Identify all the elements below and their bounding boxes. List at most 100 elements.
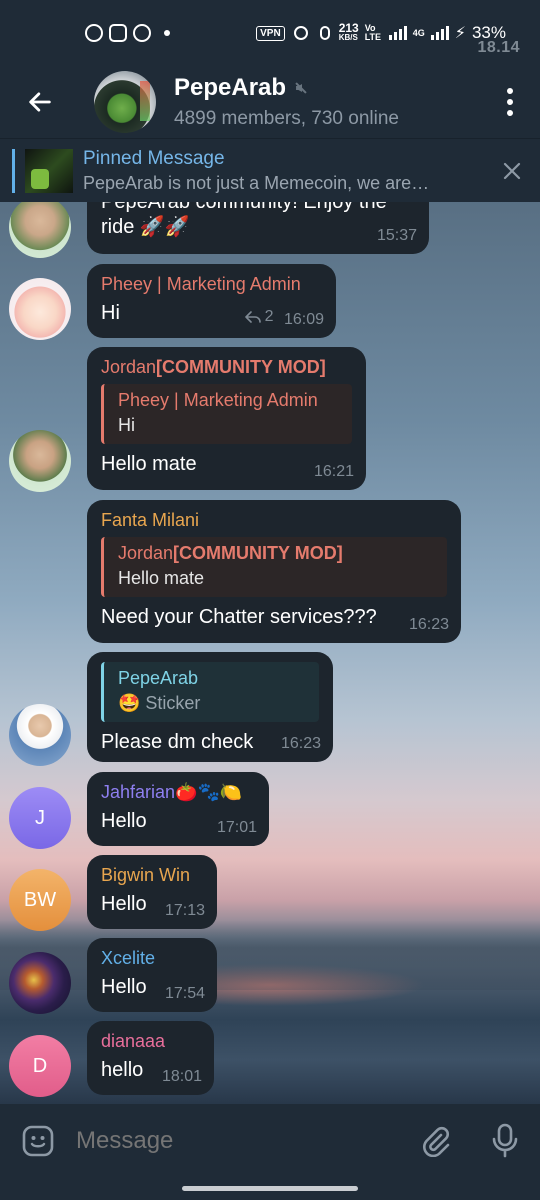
signal-icon [388, 26, 407, 40]
reply-quote[interactable]: PepeArab 🤩 Sticker [101, 662, 319, 722]
chat-header: PepeArab 4899 members, 730 online [0, 66, 540, 138]
message-time: 16:09 [283, 311, 324, 328]
reply-text: Hi [118, 415, 135, 435]
message-sender: dianaaa [101, 1031, 166, 1051]
pinned-body: PepeArab is not just a Memecoin, we are… [83, 172, 430, 193]
message-list[interactable]: PepeArab community! Enjoy the ride 🚀🚀 15… [0, 202, 540, 1104]
pinned-thumbnail [25, 148, 73, 193]
reply-sender: Jordan[COMMUNITY MOD] [118, 543, 437, 564]
avatar-pheey[interactable] [9, 278, 71, 340]
avatar-jordan[interactable] [9, 202, 71, 258]
reply-text: Hello mate [118, 568, 205, 588]
pinned-indicator [12, 148, 15, 193]
network-type: 4G [412, 28, 425, 38]
mic-icon [492, 1123, 518, 1158]
message-bubble[interactable]: PepeArab 🤩 Sticker Please dm check 16:23 [87, 652, 333, 762]
pinned-text: Pinned Message PepeArab is not just a Me… [83, 148, 484, 194]
reply-quote[interactable]: Jordan[COMMUNITY MOD] Hello mate [101, 537, 447, 597]
notification-dot-icon [164, 30, 170, 36]
status-right: VPN 213 KB/S Vo LTE 4G ⚡ 33% [256, 21, 506, 43]
message-time: 18:01 [161, 1068, 202, 1085]
avatar-bigwin[interactable]: BW [9, 869, 71, 931]
chat-title-block[interactable]: PepeArab 4899 members, 730 online [174, 74, 399, 130]
message-text: Need your Chatter services??? [101, 606, 377, 628]
message-input[interactable] [76, 1127, 400, 1155]
avatar-letter: J [35, 806, 45, 829]
reply-sender-name: Jordan [118, 543, 174, 563]
more-vert-icon [507, 88, 513, 94]
sender-tag: [COMMUNITY MOD] [156, 357, 326, 377]
volte-label: Vo LTE [364, 23, 382, 42]
reply-icon [244, 311, 261, 323]
reply-sender-tag: [COMMUNITY MOD] [173, 543, 343, 563]
emoji-button[interactable] [0, 1104, 76, 1178]
message-time: 16:23 [280, 735, 321, 752]
instagram-icon [109, 24, 127, 42]
close-icon [503, 162, 521, 179]
speed-value: 213 [338, 21, 359, 35]
reply-sender: Pheey | Marketing Admin [118, 390, 318, 410]
group-title: PepeArab [174, 74, 399, 102]
avatar-xcelite[interactable] [9, 952, 71, 1014]
message-time: 16:21 [313, 463, 354, 480]
message-sender: Jordan[COMMUNITY MOD] [101, 357, 352, 378]
avatar-letter: BW [23, 888, 57, 911]
voice-record-button[interactable] [470, 1104, 540, 1178]
facebook-icon [133, 24, 151, 42]
avatar-user[interactable] [9, 704, 71, 766]
battery-bolt-icon: ⚡ [454, 25, 466, 42]
message-bubble[interactable]: Bigwin Win Hello 17:13 [87, 855, 217, 929]
message-time: 17:54 [164, 985, 205, 1002]
message-time: 16:23 [408, 616, 449, 633]
reply-text: 🤩 Sticker [118, 693, 201, 713]
avatar-jordan[interactable] [9, 430, 71, 492]
attach-button[interactable] [400, 1104, 470, 1178]
message-sender: Pheey | Marketing Admin [101, 274, 301, 294]
message-bubble[interactable]: Fanta Milani Jordan[COMMUNITY MOD] Hello… [87, 500, 461, 643]
vibrate-icon [319, 26, 330, 40]
status-bar: 18.14 VPN 213 KB/S Vo LTE 4G ⚡ 33% [0, 0, 540, 66]
mute-icon [294, 81, 308, 95]
emoji-icon [22, 1125, 54, 1157]
system-nav-bar [0, 1178, 540, 1200]
message-sender: Bigwin Win [101, 865, 191, 885]
group-members: 4899 members, 730 online [174, 108, 399, 129]
group-name: PepeArab [174, 74, 287, 101]
message-time: 17:01 [216, 819, 257, 836]
avatar-letter: D [32, 1054, 48, 1077]
back-button[interactable] [0, 66, 80, 138]
reply-count-value: 2 [264, 308, 274, 325]
sender-name: Jordan [101, 357, 157, 377]
avatar-dianaaa[interactable]: D [9, 1035, 71, 1097]
whatsapp-icon [85, 24, 103, 42]
message-time: 17:13 [164, 902, 205, 919]
more-options-button[interactable] [480, 66, 540, 138]
avatar-jahfarian[interactable]: J [9, 787, 71, 849]
signal2-icon [430, 26, 449, 40]
message-time: 15:37 [376, 227, 417, 244]
home-handle[interactable] [182, 1186, 358, 1191]
message-text: PepeArab community! Enjoy the ride 🚀🚀 [101, 202, 387, 238]
group-avatar[interactable] [94, 71, 156, 133]
message-meta: 2 16:09 [244, 308, 324, 329]
pinned-message-bar[interactable]: Pinned Message PepeArab is not just a Me… [0, 138, 540, 202]
message-bubble[interactable]: Xcelite Hello 17:54 [87, 938, 217, 1012]
network-speed: 213 KB/S [338, 21, 359, 43]
composer-bar [0, 1104, 540, 1178]
message-bubble[interactable]: Jahfarian🍅🐾🍋 Hello 17:01 [87, 772, 269, 846]
vpn-badge: VPN [256, 25, 285, 41]
message-bubble[interactable]: Jordan[COMMUNITY MOD] Pheey | Marketing … [87, 347, 366, 490]
message-sender: Jahfarian🍅🐾🍋 [101, 782, 243, 802]
message-sender: Fanta Milani [101, 510, 200, 530]
reply-quote[interactable]: Pheey | Marketing Admin Hi [101, 384, 352, 444]
pinned-title: Pinned Message [83, 147, 225, 169]
speed-unit: KB/S [338, 33, 358, 42]
message-bubble[interactable]: dianaaa hello 18:01 [87, 1021, 214, 1095]
pinned-close-button[interactable] [484, 139, 540, 203]
status-time: 18.14 [477, 39, 520, 56]
message-bubble[interactable]: PepeArab community! Enjoy the ride 🚀🚀 15… [87, 202, 429, 254]
message-sender: Xcelite [101, 948, 156, 968]
message-bubble[interactable]: Pheey | Marketing Admin Hi 2 16:09 [87, 264, 336, 338]
reply-count[interactable]: 2 [244, 308, 274, 326]
alarm-icon [293, 26, 308, 40]
